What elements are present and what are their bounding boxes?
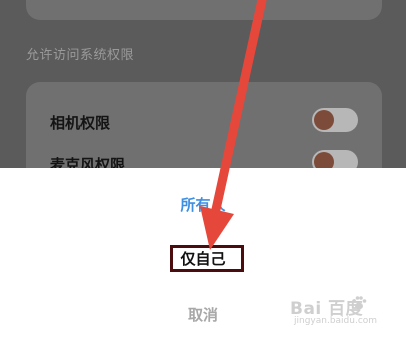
watermark-url: jingyan.baidu.com xyxy=(294,316,378,326)
highlight-box xyxy=(170,245,244,272)
section-title: 允许访问系统权限 xyxy=(26,48,135,63)
paw-icon xyxy=(352,296,367,310)
permission-label: 相机权限 xyxy=(50,114,111,132)
permission-row-camera: 相机权限 xyxy=(50,108,370,138)
settings-card-top xyxy=(26,0,382,20)
option-everyone[interactable]: 所有人 xyxy=(0,194,406,215)
toggle-knob xyxy=(314,110,334,130)
baidu-watermark: Bai 百度 jingyan.baidu.com xyxy=(288,292,400,332)
camera-permission-toggle[interactable] xyxy=(312,108,358,132)
